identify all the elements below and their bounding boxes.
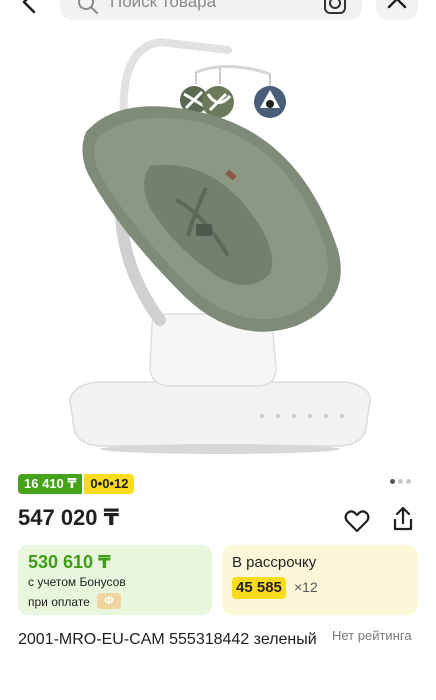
share-icon[interactable] [389,505,417,533]
close-icon [387,0,407,9]
installment-amount: 45 585 [232,577,286,599]
pager-dot[interactable] [406,479,411,484]
installment-badge: 0•0•12 [84,474,135,494]
baby-swing-image [69,37,371,454]
pager-dot[interactable] [390,479,395,484]
search-field[interactable]: Поиск товара [60,0,362,20]
search-icon [78,0,98,14]
image-pager [390,479,411,484]
installment-months: ×12 [294,579,318,595]
heart-icon[interactable] [343,507,371,535]
bonus-price: 530 610 ₸ [28,552,111,572]
rating-status[interactable]: Нет рейтинга [332,628,412,643]
back-arrow-icon [22,0,36,14]
camera-icon[interactable] [322,0,348,16]
installment-title: В рассрочку [232,554,317,571]
price-badges: 16 410 ₸ 0•0•12 [18,474,135,494]
bonus-badge: 16 410 ₸ [18,474,83,494]
pager-dot[interactable] [398,479,403,484]
bonus-price-card[interactable]: 530 610 ₸ с учетом Бонусов при оплате Ф [18,545,212,615]
installment-card[interactable]: В рассрочку 45 585 ×12 [222,545,418,615]
search-placeholder: Поиск товара [110,0,217,11]
bonus-caption: с учетом Бонусов [28,575,126,589]
product-title: 2001-MRO-EU-CAM 555318442 зеленый [18,631,317,648]
product-photo[interactable] [0,24,436,464]
top-bar: Поиск товара [0,0,436,24]
payment-logo-icon: Ф [97,593,121,609]
close-button[interactable] [376,0,418,20]
bonus-payment-caption: при оплате [28,595,90,609]
back-button[interactable] [16,0,44,16]
product-price: 547 020 ₸ [18,505,119,530]
